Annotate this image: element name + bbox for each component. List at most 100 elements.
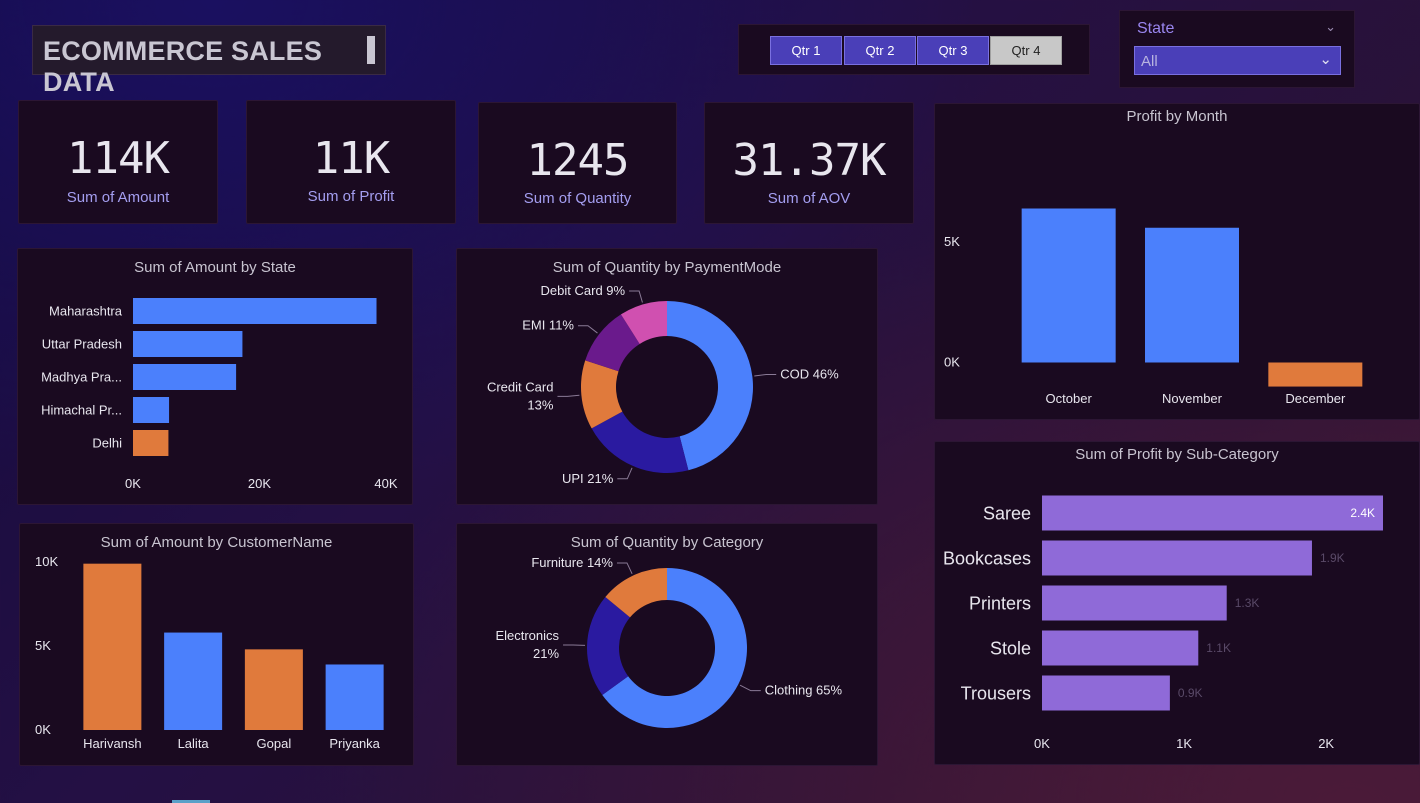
chart-card-profit-by-month: Profit by Month October November December 0… — [934, 103, 1420, 420]
title-cursor-mark — [367, 36, 375, 64]
profit-by-month-chart: October November December 0K 5K — [944, 208, 1363, 406]
amount-by-state-chart: Maharashtra Uttar Pradesh Madhya Pra... Him… — [41, 298, 398, 491]
bar — [244, 649, 303, 730]
kpi-card-quantity: 1245 Sum of Quantity — [478, 102, 677, 224]
bar — [1021, 208, 1116, 363]
category-label: Lalita — [178, 736, 210, 751]
bar — [1145, 227, 1239, 363]
bar — [164, 632, 223, 730]
category-label: October — [1046, 391, 1093, 406]
bar — [133, 364, 237, 390]
bar — [133, 331, 243, 357]
dashboard-title-box: ECOMMERCE SALES DATA — [32, 25, 386, 97]
leader-line — [617, 467, 633, 480]
kpi-value: 1245 — [526, 135, 630, 186]
kpi-card-amount: 114K Sum of Amount — [18, 100, 218, 224]
state-slicer: State ⌄ All ⌄ — [1119, 10, 1355, 88]
bar — [1268, 362, 1363, 387]
profit-by-subcategory-chart: Saree 2.4K Bookcases 1.9K Printers 1.3K Stole 1… — [943, 495, 1383, 751]
chart-card-amount-by-customername: Sum of Amount by CustomerName Harivansh L… — [19, 523, 414, 766]
bar — [1042, 630, 1199, 666]
category-label: November — [1162, 391, 1223, 406]
donut-slice — [591, 411, 689, 473]
quarter-button-3[interactable]: Qtr 3 — [917, 36, 989, 65]
kpi-value: 31.37K — [732, 135, 887, 186]
y-tick-label: 10K — [35, 554, 58, 569]
x-tick-label: 20K — [248, 476, 271, 491]
data-label: 1.9K — [1320, 551, 1345, 565]
leader-line — [557, 394, 580, 397]
bar — [133, 298, 377, 324]
kpi-card-profit: 11K Sum of Profit — [246, 100, 456, 224]
x-tick-label: 40K — [374, 476, 397, 491]
dashboard-title: ECOMMERCE SALES DATA — [43, 36, 323, 97]
category-label: December — [1285, 391, 1346, 406]
state-dropdown[interactable]: All ⌄ — [1134, 46, 1341, 75]
slice-label: EMI 11% — [522, 318, 574, 333]
category-label: Stole — [990, 638, 1031, 658]
y-tick-label: 5K — [944, 234, 960, 249]
bar — [1042, 675, 1170, 711]
x-tick-label: 0K — [125, 476, 141, 491]
category-label: Trousers — [961, 683, 1031, 703]
chart-card-quantity-by-category: Sum of Quantity by Category Clothing 65%… — [456, 523, 878, 766]
data-label: 1.1K — [1206, 641, 1231, 655]
bar — [325, 664, 384, 730]
bar — [1042, 540, 1312, 576]
chevron-down-icon: ⌄ — [1319, 51, 1332, 68]
leader-line — [577, 325, 598, 334]
amount-by-customername-chart: Harivansh Lalita Gopal Priyanka 0K 5K 10K — [35, 554, 384, 751]
bar — [133, 397, 170, 423]
slice-label: Debit Card 9% — [541, 283, 626, 298]
leader-line — [616, 562, 633, 575]
collapse-chevron-icon[interactable]: ⌄ — [1325, 20, 1336, 35]
category-label: Delhi — [92, 436, 122, 451]
y-tick-label: 0K — [35, 722, 51, 737]
kpi-label: Sum of Amount — [66, 189, 170, 206]
quarter-button-4[interactable]: Qtr 4 — [990, 36, 1062, 65]
state-dropdown-value: All — [1141, 53, 1158, 70]
chart-card-quantity-by-paymentmode: Sum of Quantity by PaymentMode COD 46% UP… — [456, 248, 878, 505]
slice-label: 13% — [527, 397, 553, 412]
category-label: Gopal — [257, 736, 292, 751]
quarter-button-2[interactable]: Qtr 2 — [844, 36, 916, 65]
slice-label: Credit Card — [487, 379, 553, 394]
x-tick-label: 0K — [1034, 736, 1050, 751]
y-tick-label: 0K — [944, 355, 960, 370]
category-label: Harivansh — [83, 736, 142, 751]
category-label: Uttar Pradesh — [42, 337, 122, 352]
category-label: Saree — [983, 503, 1031, 523]
quarter-slicer: Qtr 1 Qtr 2 Qtr 3 Qtr 4 — [738, 24, 1090, 75]
category-label: Printers — [969, 593, 1031, 613]
x-tick-label: 1K — [1176, 736, 1192, 751]
category-label: Madhya Pra... — [41, 370, 122, 385]
slice-label: COD 46% — [780, 366, 839, 381]
kpi-label: Sum of AOV — [767, 190, 851, 207]
category-label: Priyanka — [329, 736, 380, 751]
bar — [83, 563, 142, 730]
leader-line — [629, 290, 643, 303]
kpi-label: Sum of Profit — [307, 188, 395, 205]
kpi-value: 114K — [67, 133, 170, 184]
bar — [1042, 585, 1227, 621]
kpi-value: 11K — [312, 133, 390, 184]
slice-label: Electronics — [495, 628, 559, 643]
kpi-card-aov: 31.37K Sum of AOV — [704, 102, 914, 224]
quarter-button-1[interactable]: Qtr 1 — [770, 36, 842, 65]
state-slicer-label: State — [1137, 20, 1175, 37]
leader-line — [754, 373, 777, 377]
category-label: Maharashtra — [49, 304, 123, 319]
data-label: 1.3K — [1235, 596, 1260, 610]
data-label: 2.4K — [1350, 506, 1375, 520]
kpi-label: Sum of Quantity — [523, 190, 632, 207]
leader-line — [739, 684, 761, 692]
bar — [1042, 495, 1383, 531]
category-label: Bookcases — [943, 548, 1031, 568]
quantity-by-paymentmode-chart: COD 46% UPI 21% Credit Card 13% EMI 11% Debit… — [487, 283, 839, 486]
bar — [133, 430, 169, 456]
y-tick-label: 5K — [35, 638, 51, 653]
slice-label: 21% — [533, 646, 559, 661]
category-label: Himachal Pr... — [41, 403, 122, 418]
slice-label: UPI 21% — [562, 471, 614, 486]
quantity-by-category-chart: Clothing 65% Electronics 21% Furniture 14% — [495, 555, 843, 728]
